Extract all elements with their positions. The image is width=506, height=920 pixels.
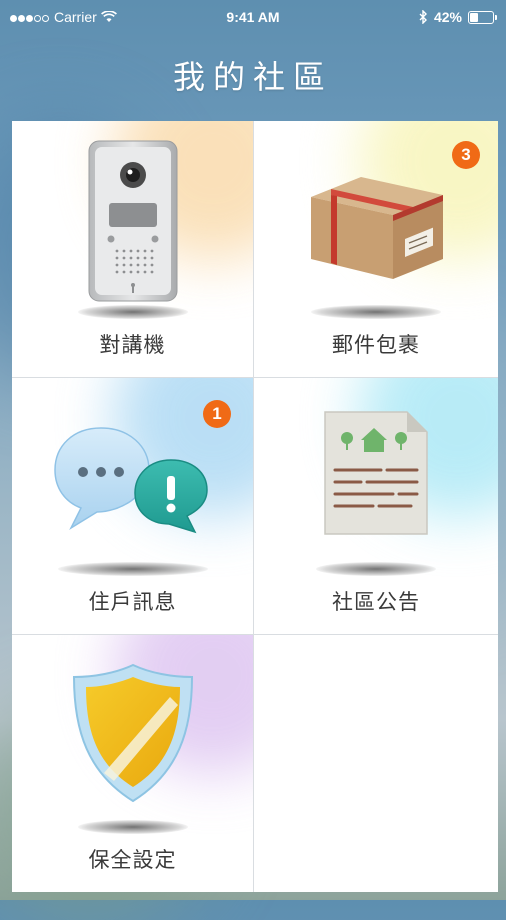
- icon-shadow: [316, 562, 436, 576]
- icon-shadow: [77, 305, 188, 319]
- bulletin-document-icon: [324, 411, 428, 535]
- notification-badge: 3: [452, 141, 480, 169]
- tile-label: 社區公告: [332, 590, 420, 614]
- intercom-icon: [88, 140, 177, 302]
- package-icon: [311, 177, 443, 279]
- page-title: 我的社區: [172, 58, 333, 96]
- tile-resident-messages[interactable]: 1 住戶訊息: [12, 378, 254, 635]
- tile-empty: [254, 635, 498, 892]
- tile-community-bulletin[interactable]: 社區公告: [254, 378, 498, 635]
- tile-security-settings[interactable]: 保全設定: [12, 635, 254, 892]
- security-shield-icon: [72, 663, 193, 803]
- status-bar: Carrier 9:41 AM 42%: [0, 0, 506, 36]
- icon-shadow: [77, 820, 188, 834]
- bluetooth-icon: [419, 10, 427, 24]
- battery-icon: [468, 10, 497, 24]
- tile-label: 對講機: [99, 333, 166, 357]
- chat-bubbles-icon: [53, 427, 208, 534]
- tile-label: 住戶訊息: [88, 590, 177, 614]
- tile-label: 保全設定: [88, 848, 177, 872]
- icon-shadow: [57, 562, 208, 576]
- tile-mail-packages[interactable]: 3 郵件包裹: [254, 121, 498, 378]
- icon-shadow: [311, 305, 441, 319]
- tile-intercom[interactable]: 對講機: [12, 121, 254, 378]
- battery-percent: 42%: [433, 9, 462, 25]
- feature-grid: 對講機 3 郵件包裹 1 住戶訊息 社區公告 保全設定: [12, 121, 498, 892]
- status-right: 42%: [419, 9, 497, 25]
- tile-label: 郵件包裹: [332, 333, 420, 357]
